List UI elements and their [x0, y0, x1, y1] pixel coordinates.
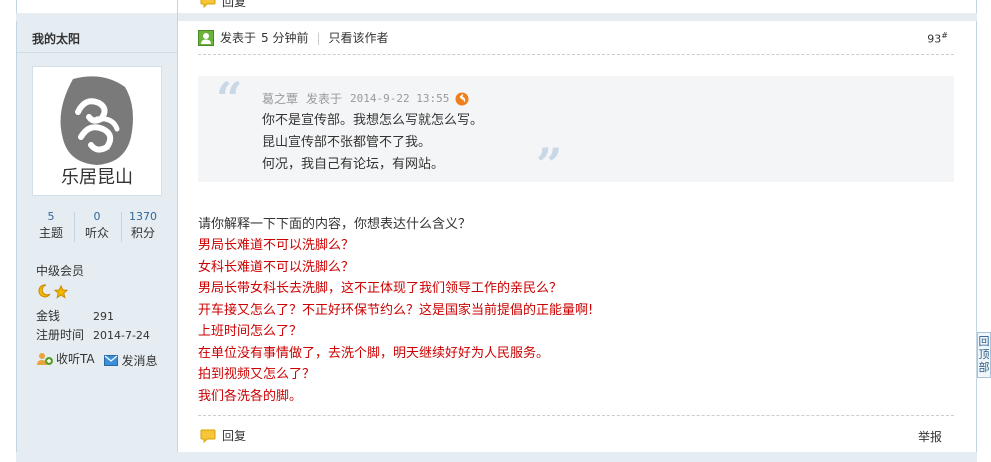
sidebar-divider: [17, 52, 177, 53]
speech-bubble-icon: [200, 429, 216, 443]
user-rank[interactable]: 中级会员: [36, 262, 84, 279]
post-body-line: 在单位没有事情做了，去洗个脚，明天继续好好为人民服务。: [198, 345, 550, 361]
follow-user-icon: [37, 352, 53, 365]
user-post-icon: [198, 29, 214, 46]
quote-meta: 葛之覃 发表于 2014-9-22 13:55: [262, 90, 469, 107]
follow-button[interactable]: 收听TA: [36, 350, 95, 367]
post-body-line: 男局长难道不可以洗脚么？: [198, 238, 355, 253]
speech-bubble-icon: [200, 0, 216, 8]
follow-label: 收听TA: [56, 352, 95, 366]
floor-suffix: #: [941, 31, 948, 40]
posted-time: 5 分钟前: [261, 31, 309, 45]
reply-button[interactable]: 回复: [200, 427, 246, 444]
send-message-button[interactable]: 发消息: [104, 352, 157, 369]
stat-topics[interactable]: 5 主题: [28, 210, 74, 242]
close-quote-icon: ”: [536, 138, 563, 192]
moon-medal-icon: [38, 284, 51, 298]
post-header: 发表于 5 分钟前 | 只看该作者: [198, 29, 389, 46]
open-quote-icon: “: [216, 72, 243, 126]
stat-points[interactable]: 1370 积分: [120, 210, 166, 242]
floor-number[interactable]: 93#: [927, 31, 948, 46]
quote-line: 你不是宣传部。我想怎么写就怎么写。: [262, 113, 484, 128]
regtime-value: 2014-7-24: [93, 329, 150, 342]
stat-followers[interactable]: 0 听众: [74, 210, 120, 242]
star-medal-icon: [53, 284, 69, 299]
post-body-line: 拍到视频又怎么了？: [198, 367, 316, 382]
prev-reply-label: 回复: [222, 0, 247, 9]
footer-divider: [198, 415, 954, 416]
stat-value: 0: [93, 210, 101, 223]
quote-line: 何况，我自己有论坛，有网站。: [262, 157, 445, 172]
post-body-line: 开车接又怎么了？不正好环保节约么？这是国家当前提倡的正能量啊!: [198, 302, 594, 318]
report-link[interactable]: 举报: [918, 428, 942, 445]
quote-author: 葛之覃: [262, 92, 299, 106]
posted-label: 发表于: [220, 31, 257, 45]
prev-reply-link[interactable]: 回复: [200, 0, 247, 9]
stat-label: 听众: [84, 226, 109, 240]
floor-value: 93: [927, 32, 942, 46]
quote-block: “ 葛之覃 发表于 2014-9-22 13:55 你不是宣传部。我想怎么写就怎…: [198, 72, 954, 192]
header-divider-line: [198, 54, 954, 55]
regtime-label: 注册时间: [36, 328, 85, 342]
medal-list: [36, 283, 69, 302]
only-author-link[interactable]: 只看该作者: [329, 29, 389, 46]
quote-line: 昆山宣传部不张都管不了我。: [262, 135, 432, 150]
author-actions: 收听TA 发消息: [36, 350, 163, 369]
back-to-top-button[interactable]: 回顶部: [977, 332, 991, 378]
header-divider: |: [316, 30, 321, 45]
author-stats: 5 主题 0 听众 1370 积分: [26, 210, 166, 244]
stat-value: 5: [47, 210, 55, 223]
back-to-top-label: 回顶部: [978, 335, 990, 374]
money-row: 金钱 291: [36, 307, 114, 324]
quote-time: 2014-9-22 13:55: [350, 92, 450, 105]
quote-posted-label: 发表于: [306, 92, 343, 106]
circle-arrow-icon[interactable]: [455, 92, 469, 106]
stat-label: 积分: [130, 226, 155, 240]
post-body-line: 女科长难道不可以洗脚么？: [198, 259, 355, 275]
stat-label: 主题: [38, 226, 63, 240]
reply-label: 回复: [222, 429, 247, 443]
stat-value: 1370: [129, 210, 157, 223]
post-body-line: 男局长带女科长去洗脚，这不正体现了我们领导工作的亲民么？: [198, 281, 563, 296]
post-body-line: 我们各洗各的脚。: [198, 388, 303, 404]
post-lead: 请你解释一下下面的内容，你想表达什么含义？: [198, 217, 472, 232]
envelope-icon: [104, 354, 119, 366]
money-value: 291: [93, 310, 114, 323]
avatar-logo: 乐居昆山: [60, 76, 133, 188]
avatar[interactable]: 乐居昆山: [32, 66, 162, 196]
post-bottom-separator: [16, 452, 977, 462]
money-label: 金钱: [36, 309, 61, 323]
message-label: 发消息: [121, 353, 158, 368]
post-separator: [16, 13, 977, 21]
regtime-row: 注册时间 2014-7-24: [36, 326, 150, 343]
svg-text:乐居昆山: 乐居昆山: [61, 167, 133, 188]
post-body-line: 上班时间怎么了？: [198, 324, 303, 339]
author-username[interactable]: 我的太阳: [32, 30, 80, 47]
